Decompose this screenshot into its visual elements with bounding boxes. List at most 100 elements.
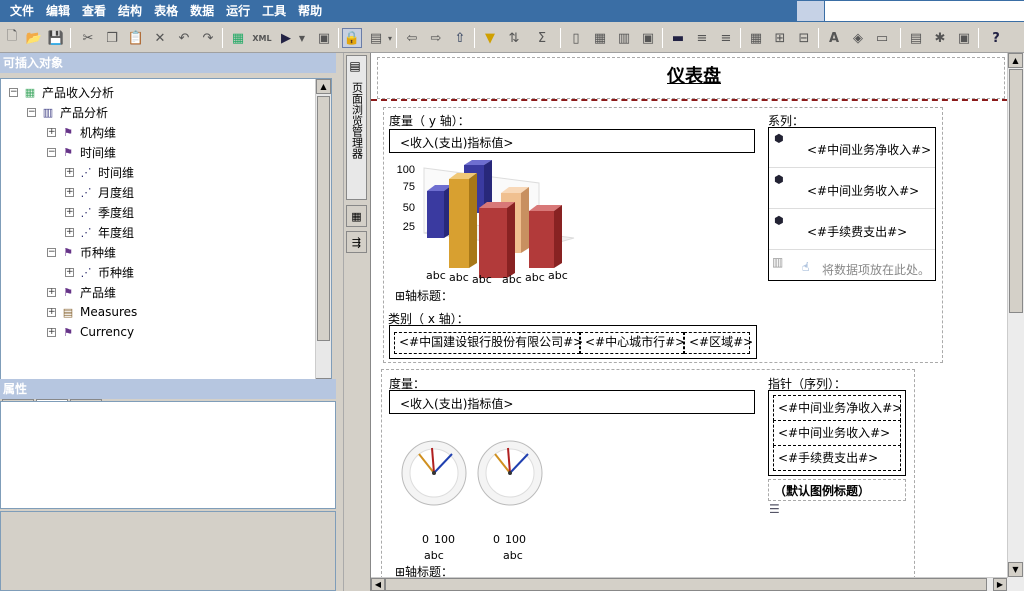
scroll-left-icon[interactable]: ◀ — [371, 578, 385, 591]
align-2-icon[interactable]: ≡ — [692, 28, 712, 48]
expand-icon[interactable]: + — [47, 287, 56, 297]
open-icon[interactable]: 📂 — [24, 28, 44, 48]
split-icon[interactable]: ⊟ — [794, 28, 814, 48]
tree-node[interactable]: + ⚑ 产品维 — [47, 283, 116, 301]
pointer-item[interactable]: <#手续费支出#> — [773, 445, 901, 471]
menu-help[interactable]: 帮助 — [292, 3, 328, 19]
menu-tools[interactable]: 工具 — [256, 3, 292, 19]
expand-icon[interactable]: + — [65, 207, 74, 217]
fill-icon[interactable]: ◈ — [848, 28, 868, 48]
tree-node[interactable]: + ⚑ 机构维 — [47, 123, 116, 141]
border-icon[interactable]: ▭ — [872, 28, 892, 48]
sort-icon[interactable]: ⇅ — [504, 28, 524, 48]
cut-icon[interactable]: ✂ — [78, 28, 98, 48]
series-item[interactable]: ⬢ <#手续费支出#> — [769, 210, 935, 250]
expand-icon[interactable]: + — [65, 227, 74, 237]
arrow-up-icon[interactable]: ⇧ — [450, 28, 470, 48]
chart2-measure-dropzone[interactable]: <收入(支出)指标值> — [389, 390, 755, 414]
run-icon[interactable]: ▶ — [276, 28, 296, 48]
help-icon[interactable]: ? — [986, 28, 1006, 48]
tools-icon[interactable]: ✱ — [930, 28, 950, 48]
expand-icon[interactable]: + — [65, 267, 74, 277]
sum-icon[interactable]: Σ — [532, 28, 552, 48]
canvas-horizontal-scrollbar[interactable]: ◀ ▶ — [371, 577, 1008, 591]
menu-edit[interactable]: 编辑 — [40, 3, 76, 19]
condition-explorer-icon[interactable]: ⇶ — [346, 231, 367, 253]
copy-icon[interactable]: ❐ — [102, 28, 122, 48]
arrow-left-icon[interactable]: ⇦ — [402, 28, 422, 48]
tree-node[interactable]: − ⚑ 币种维 — [47, 243, 116, 261]
series-item[interactable]: ⬢ <#中间业务净收入#> — [769, 128, 935, 168]
chart1-measure-dropzone[interactable]: <收入(支出)指标值> — [389, 129, 755, 153]
query-explorer-icon[interactable]: ▦ — [346, 205, 367, 227]
menu-table[interactable]: 表格 — [148, 3, 184, 19]
redo-icon[interactable]: ↷ — [198, 28, 218, 48]
lock-icon[interactable]: 🔒 — [342, 28, 362, 48]
collapse-icon[interactable]: − — [47, 147, 56, 157]
save-icon[interactable]: 💾 — [46, 28, 66, 48]
tree-node[interactable]: + ⋰ 时间维 — [65, 163, 134, 181]
legend-title[interactable]: （默认图例标题） — [774, 482, 870, 499]
layout-1-icon[interactable]: ▯ — [566, 28, 586, 48]
font-icon[interactable]: A — [824, 28, 844, 48]
pointer-item[interactable]: <#中间业务收入#> — [773, 420, 901, 446]
arrow-right-icon[interactable]: ⇨ — [426, 28, 446, 48]
expand-icon[interactable]: + — [47, 327, 56, 337]
expand-icon[interactable]: + — [65, 187, 74, 197]
filter-icon[interactable]: ▼ — [480, 28, 500, 48]
menu-data[interactable]: 数据 — [184, 3, 220, 19]
undo-icon[interactable]: ↶ — [174, 28, 194, 48]
chart1-series-dropzone[interactable]: ⬢ <#中间业务净收入#> ⬢ <#中间业务收入#> ⬢ <#手续费支出#> ▥… — [768, 127, 936, 281]
merge-icon[interactable]: ⊞ — [770, 28, 790, 48]
run-dropdown-icon[interactable]: ▼ — [296, 28, 308, 48]
tree-node[interactable]: + ⋰ 月度组 — [65, 183, 134, 201]
chart1-axis-title[interactable]: ⊞轴标题： — [395, 287, 453, 304]
layout-2-icon[interactable]: ▦ — [590, 28, 610, 48]
scroll-down-icon[interactable]: ▼ — [1008, 562, 1023, 577]
tree-node[interactable]: − ▦ 产品收入分析 — [9, 83, 114, 101]
page-icon[interactable]: ▤ — [366, 28, 386, 48]
tree-node[interactable]: − ▥ 产品分析 — [27, 103, 108, 121]
tree-scrollbar[interactable]: ▲ ▼ — [315, 79, 331, 393]
new-icon[interactable]: 🗋 — [2, 28, 22, 48]
menu-structure[interactable]: 结构 — [112, 3, 148, 19]
tree-node[interactable]: + ⋰ 季度组 — [65, 203, 134, 221]
align-3-icon[interactable]: ≡ — [716, 28, 736, 48]
expand-icon[interactable]: + — [47, 127, 56, 137]
table-icon[interactable]: ▦ — [746, 28, 766, 48]
scroll-up-icon[interactable]: ▲ — [1008, 53, 1023, 68]
report-icon[interactable]: ▣ — [954, 28, 974, 48]
scroll-thumb[interactable] — [317, 96, 330, 341]
collapse-icon[interactable]: − — [47, 247, 56, 257]
collapse-icon[interactable]: − — [9, 87, 18, 97]
tree-node[interactable]: + ⚑ Currency — [47, 323, 134, 341]
page-title[interactable]: 仪表盘 — [667, 62, 721, 88]
menu-view[interactable]: 查看 — [76, 3, 112, 19]
collapse-icon[interactable]: − — [27, 107, 36, 117]
tree-node[interactable]: + ⋰ 币种维 — [65, 263, 134, 281]
category-item[interactable]: <#中心城市行#> — [580, 332, 685, 354]
align-1-icon[interactable]: ▬ — [668, 28, 688, 48]
series-item[interactable]: ⬢ <#中间业务收入#> — [769, 169, 935, 209]
expand-icon[interactable]: + — [65, 167, 74, 177]
delete-icon[interactable]: ✕ — [150, 28, 170, 48]
menu-file[interactable]: 文件 — [4, 3, 40, 19]
excel-icon[interactable]: ▦ — [228, 28, 248, 48]
scroll-thumb[interactable] — [385, 578, 987, 591]
scroll-up-icon[interactable]: ▲ — [316, 79, 331, 94]
xml-icon[interactable]: XML — [252, 28, 272, 48]
view-icon[interactable]: ▣ — [314, 28, 334, 48]
properties-icon[interactable]: ▤ — [906, 28, 926, 48]
menu-search-field[interactable] — [825, 1, 1024, 21]
scroll-thumb[interactable] — [1009, 69, 1023, 313]
canvas-vertical-scrollbar[interactable]: ▲ ▼ — [1007, 53, 1024, 591]
chart1-category-dropzone[interactable]: <#中国建设银行股份有限公司#> <#中心城市行#> <#区域#> — [389, 325, 757, 359]
expand-icon[interactable]: + — [47, 307, 56, 317]
category-item[interactable]: <#区域#> — [684, 332, 753, 354]
tree-node[interactable]: − ⚑ 时间维 — [47, 143, 116, 161]
tree-node[interactable]: + ⋰ 年度组 — [65, 223, 134, 241]
scroll-right-icon[interactable]: ▶ — [993, 578, 1007, 591]
menu-run[interactable]: 运行 — [220, 3, 256, 19]
layout-3-icon[interactable]: ▥ — [614, 28, 634, 48]
paste-icon[interactable]: 📋 — [126, 28, 146, 48]
